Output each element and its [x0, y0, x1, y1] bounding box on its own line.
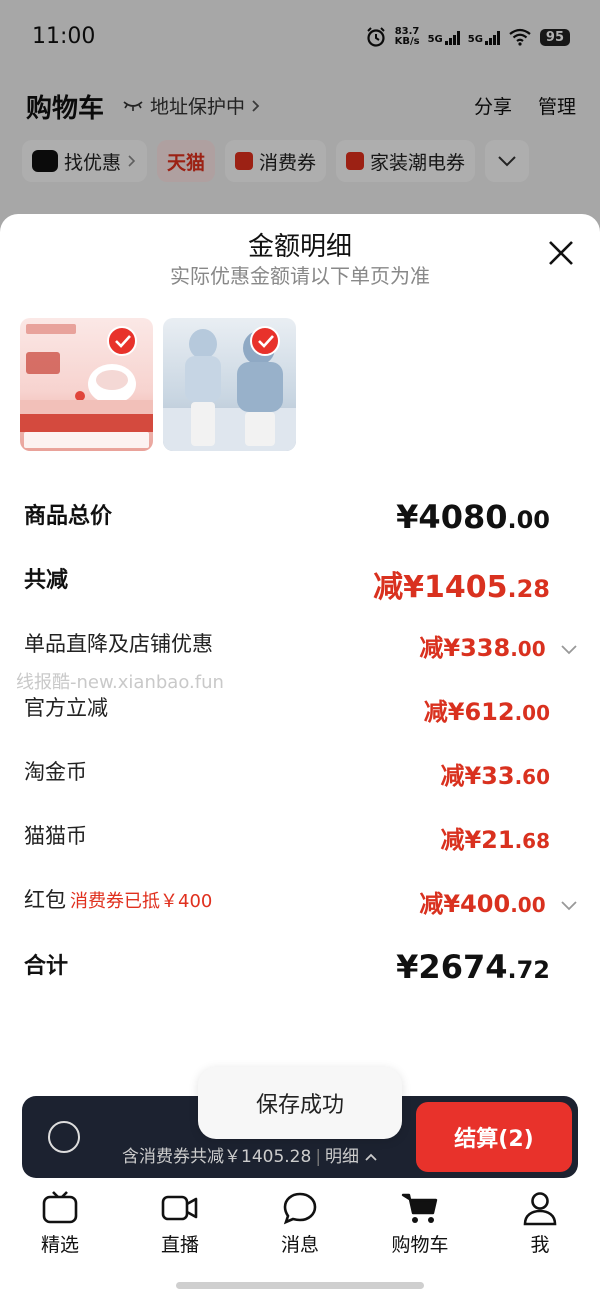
selected-check-icon[interactable]: [107, 326, 137, 356]
sheet-title: 金额明细: [247, 232, 352, 262]
coupon-applied-note: 消费券已抵￥400: [70, 891, 213, 912]
sheet-subtitle: 实际优惠金额请以下单页为准: [170, 264, 430, 288]
maomaobi-value: 减¥21.68: [440, 826, 550, 854]
row-total-price: 商品总价 ¥4080.00: [24, 498, 550, 536]
row-sum: 合计 ¥2674.72: [24, 948, 550, 986]
close-icon[interactable]: [546, 238, 576, 268]
video-camera-icon: [161, 1195, 198, 1221]
product-thumbs: [20, 318, 296, 451]
chevron-up-icon: [365, 1153, 378, 1161]
hongbao-value: 减¥400.00: [419, 884, 580, 919]
tab-live[interactable]: 直播: [120, 1190, 240, 1270]
row-taojinbi: 淘金币 减¥33.60: [24, 756, 580, 804]
checkout-discount-note[interactable]: 含消费券共减￥1405.28 | 明细: [122, 1142, 378, 1167]
chevron-down-icon[interactable]: [558, 638, 580, 660]
toast-message: 保存成功: [198, 1067, 402, 1139]
select-all-radio[interactable]: [48, 1121, 80, 1153]
shopping-cart-icon: [401, 1193, 438, 1223]
checkout-button[interactable]: 结算(2): [416, 1102, 572, 1172]
watermark: 线报酷-new.xianbao.fun: [16, 672, 224, 693]
product-thumb-breast-pump[interactable]: [20, 318, 153, 451]
tv-icon: [42, 1191, 78, 1224]
tab-featured[interactable]: 精选: [0, 1190, 120, 1270]
taojinbi-value: 减¥33.60: [440, 762, 550, 790]
chevron-down-icon[interactable]: [558, 894, 580, 916]
product-thumb-down-jacket[interactable]: [163, 318, 296, 451]
row-total-discount: 共减 减¥1405.28: [24, 562, 580, 610]
row-maomaobi: 猫猫币 减¥21.68: [24, 820, 580, 868]
tab-cart[interactable]: 购物车: [360, 1190, 480, 1270]
selected-check-icon[interactable]: [250, 326, 280, 356]
sum-value: ¥2674.72: [396, 948, 550, 986]
home-indicator[interactable]: [176, 1282, 424, 1289]
total-price-value: ¥4080.00: [396, 498, 550, 536]
bottom-tab-bar: 精选 直播 消息 购物车 我: [0, 1190, 600, 1270]
chat-bubble-icon: [283, 1192, 317, 1225]
official-discount-value: 减¥612.00: [423, 698, 550, 726]
total-discount-value: 减¥1405.28: [373, 570, 550, 605]
row-hongbao[interactable]: 红包 消费券已抵￥400 减¥400.00: [24, 884, 580, 932]
tab-messages[interactable]: 消息: [240, 1190, 360, 1270]
item-store-discount-value: 减¥338.00: [419, 628, 580, 663]
person-icon: [523, 1192, 557, 1226]
tab-me[interactable]: 我: [480, 1190, 600, 1270]
row-official-discount: 官方立减 减¥612.00: [24, 692, 580, 740]
